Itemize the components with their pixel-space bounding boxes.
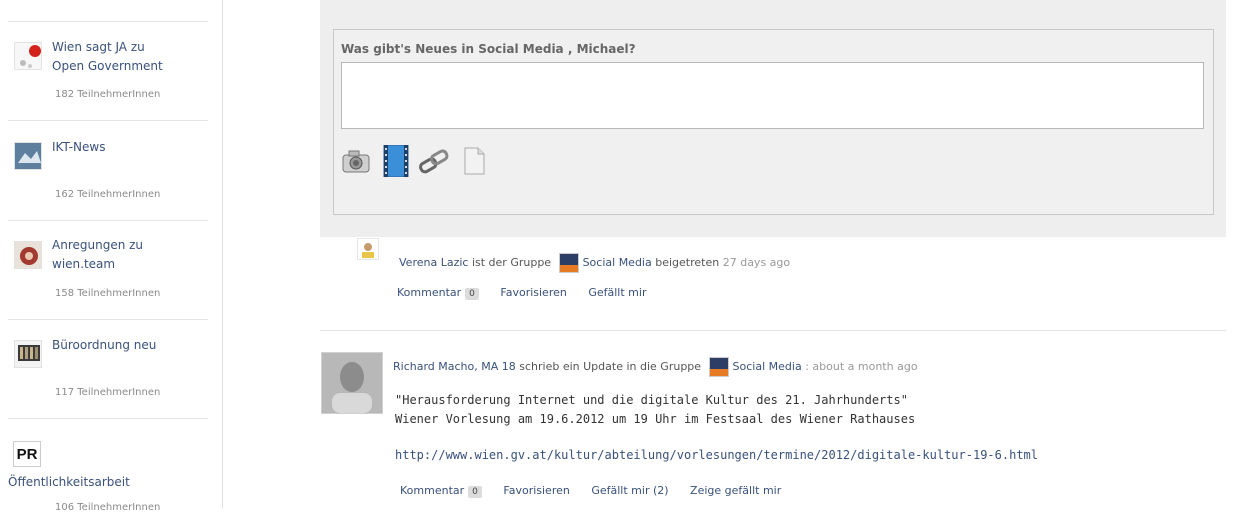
- activity-line: Verena Lazic ist der Gruppe Social Media…: [399, 253, 790, 273]
- avatar[interactable]: [357, 238, 379, 260]
- comment-count-badge: 0: [468, 486, 482, 498]
- bueroordnung-icon[interactable]: [14, 340, 42, 368]
- timestamp: about a month ago: [812, 360, 918, 373]
- group-link[interactable]: Social Media: [733, 360, 802, 373]
- group-link[interactable]: Social Media: [583, 256, 652, 269]
- divider: [8, 220, 208, 221]
- post-text-line: Wiener Vorlesung am 19.6.2012 um 19 Uhr …: [395, 412, 916, 426]
- group-member-count: 158 TeilnehmerInnen: [55, 288, 161, 299]
- group-name-ikt-news[interactable]: IKT-News: [52, 138, 212, 157]
- group-member-count: 117 TeilnehmerInnen: [55, 387, 161, 398]
- camera-icon[interactable]: [340, 145, 372, 177]
- favorite-link[interactable]: Favorisieren: [503, 484, 569, 497]
- divider: [8, 319, 208, 320]
- activity-verb-after: beigetreten: [655, 256, 720, 269]
- group-name-bueroordnung[interactable]: Büroordnung neu: [52, 336, 212, 355]
- divider: [8, 21, 208, 22]
- like-link[interactable]: Gefällt mir (2): [591, 484, 668, 497]
- group-member-count: 182 TeilnehmerInnen: [55, 89, 161, 100]
- group-member-count: 162 TeilnehmerInnen: [55, 189, 161, 200]
- timestamp: 27 days ago: [722, 256, 791, 269]
- activity-verb: schrieb ein Update in die Gruppe: [519, 360, 702, 373]
- avatar[interactable]: [321, 352, 383, 414]
- activity-line: Richard Macho, MA 18 schrieb ein Update …: [393, 357, 918, 377]
- divider: [8, 418, 208, 419]
- activity-verb: ist der Gruppe: [471, 256, 552, 269]
- group-name-oeffentlichkeitsarbeit[interactable]: Öffentlichkeitsarbeit: [8, 475, 130, 489]
- ikt-news-icon[interactable]: [14, 142, 42, 170]
- show-likes-link[interactable]: Zeige gefällt mir: [690, 484, 781, 497]
- link-icon[interactable]: [418, 145, 450, 177]
- group-thumbnail[interactable]: [708, 357, 729, 377]
- favorite-link[interactable]: Favorisieren: [500, 286, 566, 299]
- anregungen-icon[interactable]: [14, 241, 42, 269]
- comment-link[interactable]: Kommentar 0: [400, 484, 482, 498]
- divider: [8, 120, 208, 121]
- group-thumbnail[interactable]: [558, 253, 579, 273]
- pr-group-icon[interactable]: PR: [13, 441, 41, 467]
- group-name-open-government[interactable]: Wien sagt JA zu Open Government: [52, 38, 212, 76]
- status-prompt: Was gibt's Neues in Social Media , Micha…: [341, 42, 636, 56]
- group-name-anregungen[interactable]: Anregungen zu wien.team: [52, 236, 212, 274]
- separator: :: [805, 360, 809, 373]
- comment-link[interactable]: Kommentar 0: [397, 286, 479, 300]
- activity-actions: Kommentar 0 Favorisieren Gefällt mir (2) …: [400, 484, 799, 498]
- post-text-line: "Herausforderung Internet und die digita…: [395, 393, 908, 407]
- user-link[interactable]: Richard Macho, MA 18: [393, 360, 516, 373]
- status-textarea[interactable]: [341, 62, 1204, 129]
- activity-actions: Kommentar 0 Favorisieren Gefällt mir: [397, 286, 664, 300]
- document-icon[interactable]: [458, 145, 490, 177]
- comment-count-badge: 0: [465, 288, 479, 300]
- like-link[interactable]: Gefällt mir: [588, 286, 646, 299]
- user-link[interactable]: Verena Lazic: [399, 256, 468, 269]
- open-government-icon[interactable]: [14, 42, 42, 70]
- video-icon[interactable]: [380, 145, 412, 177]
- groups-sidebar: Wien sagt JA zu Open Government 182 Teil…: [0, 0, 223, 513]
- post-url-link[interactable]: http://www.wien.gv.at/kultur/abteilung/v…: [395, 448, 1038, 462]
- divider: [320, 330, 1226, 331]
